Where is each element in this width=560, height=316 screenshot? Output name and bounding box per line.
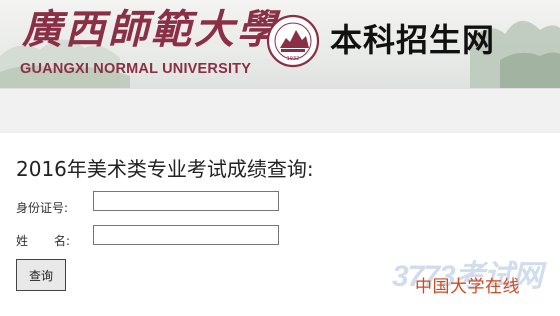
id-number-input[interactable] xyxy=(93,191,279,211)
watermark-tagline: 中国大学在线 xyxy=(415,277,520,297)
query-button[interactable]: 查询 xyxy=(16,259,66,291)
university-english-name: GUANGXI NORMAL UNIVERSITY xyxy=(20,61,252,77)
university-seal-icon: 1932 xyxy=(266,14,320,68)
header-banner: 廣西師範大學 GUANGXI NORMAL UNIVERSITY 1932 本科… xyxy=(0,0,560,88)
id-number-label: 身份证号: xyxy=(16,201,69,215)
name-label-first: 姓 xyxy=(16,234,29,248)
svg-text:1932: 1932 xyxy=(287,56,300,62)
query-title: 2016年美术类专业考试成绩查询: xyxy=(16,157,314,181)
name-input[interactable] xyxy=(93,225,279,245)
nav-strip xyxy=(0,88,560,134)
name-label-second: 名: xyxy=(54,234,71,248)
name-label: 姓 名: xyxy=(16,232,70,249)
site-title: 本科招生网 xyxy=(330,21,496,59)
university-calligraphy-logo: 廣西師範大學 xyxy=(22,6,280,53)
